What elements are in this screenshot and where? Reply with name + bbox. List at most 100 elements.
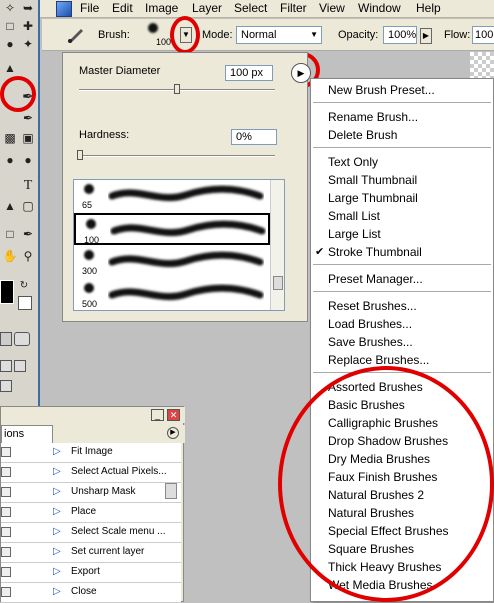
notes-tool-icon[interactable]: □ (2, 226, 18, 242)
menu-window[interactable]: Window (358, 1, 401, 15)
brush-list-scrollbar[interactable] (270, 180, 284, 310)
actions-scrollbar-thumb[interactable] (165, 483, 177, 499)
brush-stroke-thumbnail (108, 185, 264, 202)
action-item[interactable]: ▷ Fit Image (1, 443, 181, 463)
hardness-field[interactable]: 0% (231, 129, 277, 145)
eraser-tool-icon[interactable]: ▩ (2, 130, 18, 146)
context-menu-item[interactable]: Delete Brush (328, 126, 397, 144)
context-menu-item[interactable]: Preset Manager... (328, 270, 423, 288)
menu-layer[interactable]: Layer (192, 1, 222, 15)
actions-tab-strip: ions ▶ (1, 425, 185, 443)
action-item[interactable]: ▷ Unsharp Mask (1, 483, 181, 503)
opacity-slider-button[interactable]: ▶ (420, 28, 432, 44)
hardness-slider-track[interactable] (79, 155, 275, 157)
menu-view[interactable]: View (319, 1, 345, 15)
type-tool-icon[interactable]: T (20, 178, 36, 194)
brush-preset-item[interactable]: 100 (74, 213, 270, 245)
dialog-toggle-icon[interactable] (1, 467, 11, 477)
mode-select[interactable]: Normal ▼ (236, 26, 322, 44)
dialog-toggle-icon[interactable] (1, 547, 11, 557)
background-color-swatch[interactable] (18, 296, 32, 310)
zoom-tool-icon[interactable]: ⚲ (20, 248, 36, 264)
master-diameter-field[interactable]: 100 px (225, 65, 273, 81)
gradient-tool-icon[interactable]: ▣ (20, 130, 36, 146)
hand-tool-icon[interactable]: ✋ (2, 248, 18, 264)
menu-help[interactable]: Help (416, 1, 441, 15)
crop-tool-icon[interactable]: □ (2, 18, 18, 34)
menu-file[interactable]: File (80, 1, 99, 15)
action-item[interactable]: ▷ Place (1, 503, 181, 523)
path-select-tool-icon[interactable]: ▲ (2, 198, 18, 214)
scrollbar-thumb[interactable] (273, 276, 283, 290)
actions-menu-arrow-icon[interactable]: ▶ (167, 427, 179, 439)
action-item[interactable]: ▷ Select Actual Pixels... (1, 463, 181, 483)
actions-panel: _ ✕ ions ▶ ▷ Fit Image ▷ Select Actual Pixe… (0, 406, 185, 603)
expand-triangle-icon[interactable]: ▷ (53, 486, 61, 497)
expand-triangle-icon[interactable]: ▷ (53, 546, 61, 557)
close-icon[interactable]: ✕ (167, 409, 180, 421)
context-menu-item[interactable]: Text Only (328, 153, 378, 171)
dialog-toggle-icon[interactable] (1, 507, 11, 517)
brush-preset-item[interactable]: 65 (74, 180, 270, 212)
brush-tool-icon[interactable] (66, 26, 88, 44)
dialog-toggle-icon[interactable] (1, 587, 11, 597)
screen-mode-full-icon[interactable] (14, 360, 26, 372)
context-menu-item[interactable]: Large Thumbnail (328, 189, 418, 207)
master-diameter-slider-thumb[interactable] (174, 84, 180, 94)
foreground-color-swatch[interactable] (0, 280, 14, 304)
history-brush-tool-icon[interactable]: ✒ (20, 110, 36, 126)
expand-triangle-icon[interactable]: ▷ (53, 526, 61, 537)
screen-mode-standard-icon[interactable] (0, 360, 12, 372)
healing-tool-icon[interactable]: ● (2, 36, 18, 52)
menu-edit[interactable]: Edit (112, 1, 133, 15)
menu-select[interactable]: Select (234, 1, 267, 15)
minimize-icon[interactable]: _ (151, 409, 164, 421)
standard-mode-icon[interactable] (0, 332, 12, 346)
brush-preset-item[interactable]: 500 (74, 279, 270, 310)
menu-filter[interactable]: Filter (280, 1, 307, 15)
panel-menu-arrow-icon[interactable]: ▶ (291, 63, 311, 83)
tab-actions[interactable]: ions (1, 425, 53, 443)
context-menu-item[interactable]: Rename Brush... (328, 108, 418, 126)
context-menu-item[interactable]: Small Thumbnail (328, 171, 417, 189)
dialog-toggle-icon[interactable] (1, 487, 11, 497)
eyedropper-tool-icon[interactable]: ✒ (20, 226, 36, 242)
stamp-tool-icon[interactable]: ▲ (2, 60, 18, 76)
action-item[interactable]: ▷ Close (1, 583, 181, 603)
context-menu-item[interactable]: Stroke Thumbnail (328, 243, 422, 261)
dialog-toggle-icon[interactable] (1, 567, 11, 577)
dialog-toggle-icon[interactable] (1, 447, 11, 457)
context-menu-item[interactable]: Small List (328, 207, 380, 225)
context-menu-item[interactable]: New Brush Preset... (328, 81, 435, 99)
shape-tool-icon[interactable]: ▢ (20, 198, 36, 214)
action-label: Unsharp Mask (71, 486, 136, 497)
swap-colors-icon[interactable]: ↻ (16, 278, 32, 294)
context-menu-item[interactable]: Save Brushes... (328, 333, 413, 351)
quick-mask-mode-icon[interactable] (14, 332, 30, 346)
action-item[interactable]: ▷ Set current layer (1, 543, 181, 563)
dialog-toggle-icon[interactable] (1, 527, 11, 537)
opacity-field[interactable]: 100% (383, 26, 417, 44)
lasso-tool-icon[interactable]: ✧ (2, 0, 18, 16)
jump-to-imageready-icon[interactable] (0, 380, 12, 392)
blur-tool-icon[interactable]: ● (2, 152, 18, 168)
slice-tool-icon[interactable]: ✚ (20, 18, 36, 34)
context-menu-item[interactable]: Reset Brushes... (328, 297, 417, 315)
brush-preset-item[interactable]: 300 (74, 246, 270, 278)
action-item[interactable]: ▷ Select Scale menu ... (1, 523, 181, 543)
context-menu-item[interactable]: Load Brushes... (328, 315, 412, 333)
expand-triangle-icon[interactable]: ▷ (53, 586, 61, 597)
move-tool-icon[interactable]: ➥ (20, 0, 36, 16)
opacity-label: Opacity: (338, 29, 379, 41)
context-menu-item[interactable]: Large List (328, 225, 381, 243)
expand-triangle-icon[interactable]: ▷ (53, 566, 61, 577)
menu-image[interactable]: Image (145, 1, 178, 15)
expand-triangle-icon[interactable]: ▷ (53, 446, 61, 457)
hardness-slider-thumb[interactable] (77, 150, 83, 160)
expand-triangle-icon[interactable]: ▷ (53, 466, 61, 477)
action-item[interactable]: ▷ Export (1, 563, 181, 583)
expand-triangle-icon[interactable]: ▷ (53, 506, 61, 517)
flow-field[interactable]: 100 (472, 26, 494, 44)
magic-wand-tool-icon[interactable]: ✦ (20, 36, 36, 52)
dodge-tool-icon[interactable]: ● (20, 152, 36, 168)
